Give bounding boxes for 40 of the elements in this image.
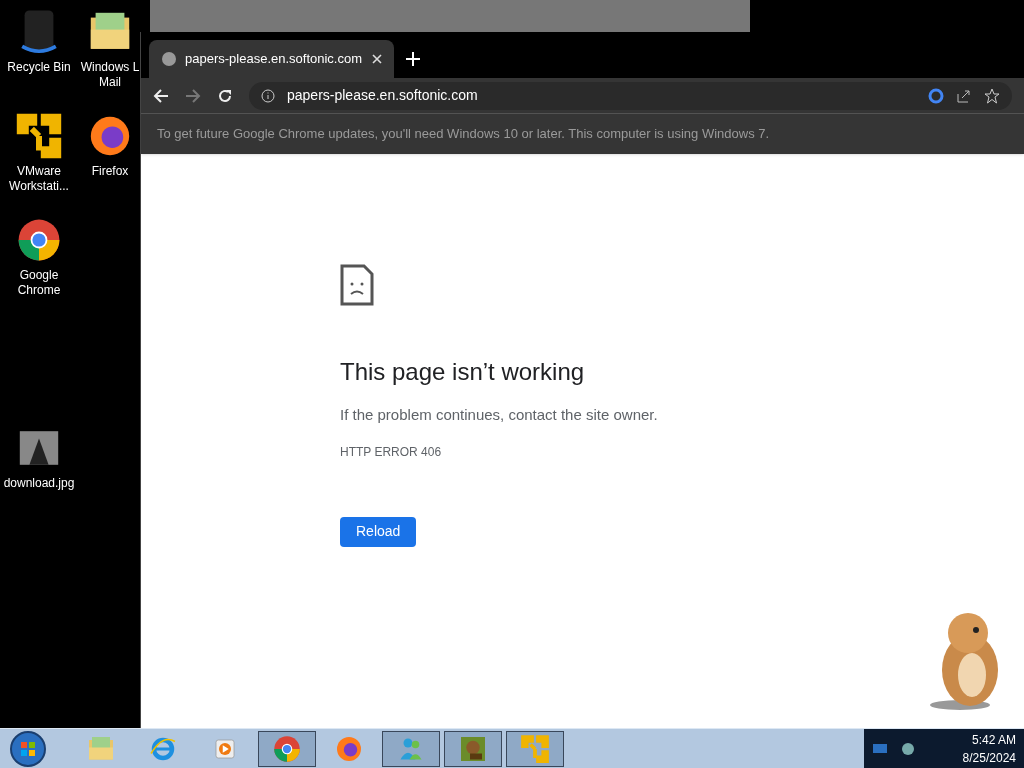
arrows-icon [15, 112, 63, 160]
desktop-shortcut[interactable]: Recycle Bin [0, 8, 78, 75]
shortcut-label: Windows L Mail [80, 60, 140, 90]
start-orb-icon[interactable] [8, 729, 48, 768]
taskbar-button[interactable] [506, 730, 564, 767]
forward-arrow-icon[interactable] [185, 87, 201, 104]
reload-button[interactable]: Reload [340, 516, 417, 547]
browser-tab[interactable]: papers-please.en.softonic.com [149, 40, 394, 78]
taskbar-button[interactable] [382, 730, 440, 767]
shortcut-label: Firefox [90, 164, 130, 179]
address-bar[interactable]: papers-please.en.softonic.com [249, 81, 1012, 110]
star-icon[interactable] [984, 87, 1000, 104]
taskbar-button[interactable] [258, 730, 316, 767]
sad-page-icon [340, 264, 374, 306]
shortcut-label: download.jpg [2, 476, 76, 491]
shortcut-label: Google Chrome [16, 268, 62, 298]
back-arrow-icon[interactable] [153, 87, 169, 104]
arrows-icon [520, 733, 550, 764]
shortcut-label: VMware Workstati... [8, 164, 70, 194]
new-tab-icon[interactable] [406, 52, 420, 66]
desktop-shortcut[interactable]: Google Chrome [0, 216, 78, 298]
desktop-shortcut[interactable]: Windows L Mail [80, 8, 140, 90]
clock-time[interactable]: 5:42 AM [971, 730, 1016, 749]
share-icon[interactable] [956, 87, 972, 104]
globe-icon [161, 51, 177, 67]
error-code: HTTP ERROR 406 [340, 443, 442, 461]
close-icon[interactable] [372, 54, 382, 64]
monitor-icon[interactable] [872, 741, 888, 756]
taskbar-button[interactable] [444, 730, 502, 767]
error-title: This page isn’t working [340, 357, 585, 387]
chrome-icon [272, 733, 302, 764]
desktop-shortcut[interactable]: Firefox [80, 112, 140, 179]
error-message: If the problem continues, contact the site owner. [340, 405, 658, 425]
desktop-shortcut[interactable]: download.jpg [0, 424, 78, 491]
desktop-shortcut[interactable]: VMware Workstati... [0, 112, 78, 194]
clock-date[interactable]: 8/25/2024 [962, 748, 1016, 767]
shortcut-label: Recycle Bin [6, 60, 72, 75]
reload-icon[interactable] [217, 87, 233, 104]
update-notice: To get future Google Chrome updates, you'll need Windows 10 or later. This computer is using Windows 7. [157, 125, 770, 144]
info-icon[interactable] [261, 88, 275, 103]
